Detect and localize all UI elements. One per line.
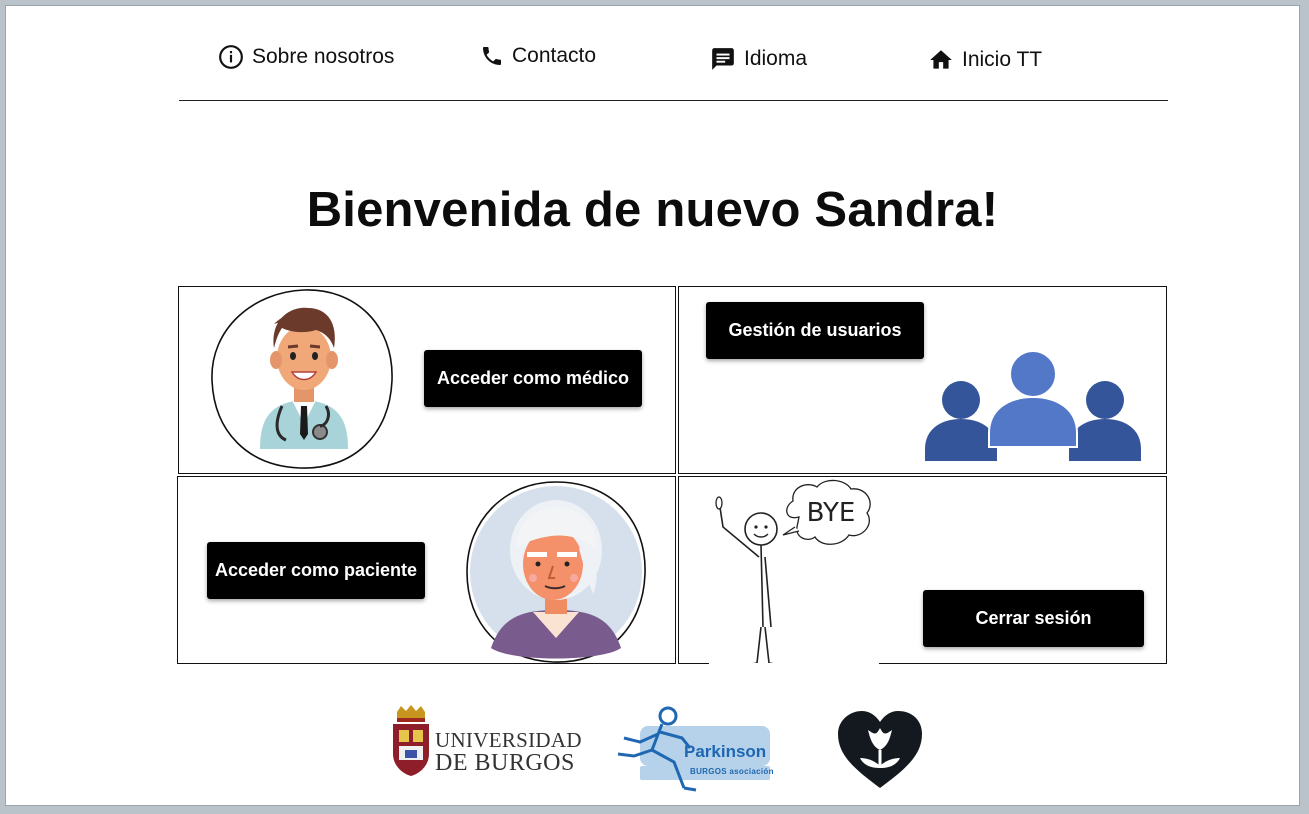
message-icon: [710, 46, 736, 72]
logout-card: BYE Cerrar sesión: [678, 476, 1167, 665]
nav-contact-label: Contacto: [512, 44, 597, 67]
doctor-card: Acceder como médico: [178, 286, 676, 474]
top-navigation: Sobre nosotros Contacto Idioma Inicio TT: [6, 6, 1299, 106]
info-icon: [218, 44, 244, 70]
welcome-title: Bienvenida de nuevo Sandra!: [306, 183, 999, 237]
page: Sobre nosotros Contacto Idioma Inicio TT…: [5, 5, 1300, 806]
logout-button[interactable]: Cerrar sesión: [923, 590, 1144, 647]
nav-home-label: Inicio TT: [962, 48, 1043, 71]
parkinson-subtitle: BURGOS asociación: [690, 767, 774, 776]
bye-speech-text: BYE: [807, 498, 856, 528]
university-line-2: DE BURGOS: [435, 750, 575, 776]
nav-home[interactable]: Inicio TT: [928, 47, 1042, 73]
nav-language-label: Idioma: [744, 47, 808, 70]
nav-language[interactable]: Idioma: [710, 46, 807, 72]
patient-card: Acceder como paciente: [177, 476, 676, 664]
university-shield-icon: [393, 705, 429, 776]
doctor-access-button[interactable]: Acceder como médico: [424, 350, 642, 407]
users-group-icon: [925, 350, 1141, 461]
parkinson-burgos-logo: Parkinson BURGOS asociación: [612, 704, 778, 796]
patient-access-button[interactable]: Acceder como paciente: [207, 542, 425, 599]
doctor-illustration: [211, 289, 393, 469]
users-card: Gestión de usuarios: [678, 286, 1167, 474]
university-burgos-logo: UNIVERSIDAD DE BURGOS: [391, 704, 581, 778]
parkinson-title: Parkinson: [684, 742, 767, 761]
nav-about[interactable]: Sobre nosotros: [218, 44, 394, 70]
university-line-1: UNIVERSIDAD: [435, 728, 582, 752]
university-name: UNIVERSIDAD DE BURGOS: [435, 728, 582, 776]
nav-contact[interactable]: Contacto: [480, 44, 596, 68]
heart-tulip-icon: [838, 711, 922, 788]
nav-divider: [179, 100, 1168, 101]
heart-tulip-logo: [836, 710, 924, 790]
patient-illustration: [466, 481, 646, 663]
phone-icon: [480, 44, 504, 68]
home-icon: [928, 47, 954, 73]
stick-figure-illustration: BYE: [709, 479, 879, 665]
user-management-button[interactable]: Gestión de usuarios: [706, 302, 924, 359]
nav-about-label: Sobre nosotros: [252, 45, 395, 68]
